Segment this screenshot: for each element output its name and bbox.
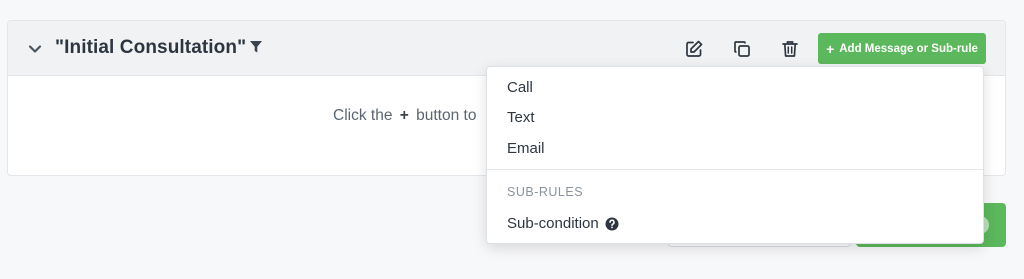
- menu-item-text[interactable]: Text: [507, 109, 535, 126]
- edit-icon[interactable]: [684, 39, 704, 59]
- menu-item-label: Sub-condition: [507, 215, 599, 232]
- rule-title: "Initial Consultation": [55, 37, 247, 58]
- menu-item-email[interactable]: Email: [507, 140, 545, 157]
- plus-icon: +: [826, 40, 835, 57]
- chevron-down-icon[interactable]: [27, 41, 43, 57]
- menu-item-label: Text: [507, 109, 535, 126]
- menu-item-sub-condition[interactable]: Sub-condition: [507, 215, 619, 232]
- menu-item-label: Call: [507, 79, 533, 96]
- filter-icon: [250, 41, 262, 53]
- question-circle-icon[interactable]: [605, 217, 619, 231]
- trash-icon[interactable]: [780, 39, 800, 59]
- add-menu-dropdown: Call Text Email SUB-RULES Sub-condition: [486, 66, 984, 244]
- empty-state-text: Click the + button to: [333, 107, 476, 125]
- add-message-button-label: Add Message or Sub-rule: [839, 42, 978, 55]
- add-message-button[interactable]: + Add Message or Sub-rule: [818, 33, 986, 64]
- menu-section-header: SUB-RULES: [507, 185, 584, 199]
- empty-state-suffix: button to: [416, 107, 477, 124]
- copy-icon[interactable]: [732, 39, 752, 59]
- menu-divider: [487, 169, 983, 170]
- empty-state-prefix: Click the: [333, 107, 393, 124]
- plus-icon: +: [399, 107, 409, 124]
- menu-item-label: Email: [507, 140, 545, 157]
- menu-item-call[interactable]: Call: [507, 79, 533, 96]
